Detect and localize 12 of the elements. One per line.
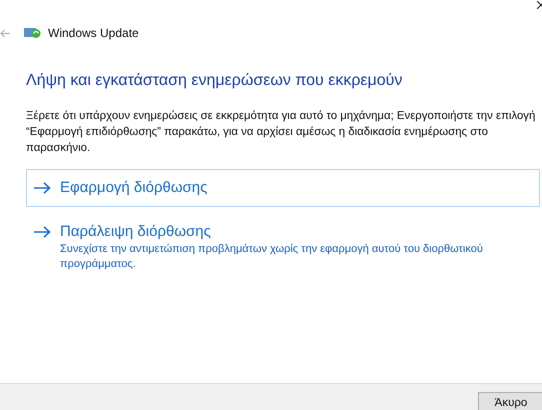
option-label: Παράλειψη διόρθωσης — [60, 223, 211, 240]
option-label: Εφαρμογή διόρθωσης — [60, 179, 208, 196]
arrow-icon — [34, 226, 51, 238]
cancel-button[interactable]: Άκυρο — [478, 392, 542, 410]
description: Ξέρετε ότι υπάρχουν ενημερώσεις σε εκκρεμότητα για αυτό το μηχάνημα; Ενεργοποιήστε την επιλογή “Εφαρμογή επιδιόρθωσης” παρακάτω, για να αρχίσει αμέσως η διαδικασία ενημέρωσης στο παρασκήνιο. — [26, 109, 536, 156]
heading: Λήψη και εγκατάσταση ενημερώσεων που εκκρεμούν — [26, 72, 404, 90]
update-icon — [24, 27, 42, 39]
option-detail: Συνεχίστε την αντιμετώπιση προβλημάτων χωρίς την εφαρμογή αυτού του διορθωτικού προγράμματος. — [60, 242, 484, 272]
option-link[interactable]: Παράλειψη διόρθωσης Συνεχίστε την αντιμετώπιση προβλημάτων χωρίς την εφαρμογή αυτού του διορθωτικού προγράμματος. — [26, 213, 540, 283]
arrow-icon — [34, 182, 51, 194]
window-title: Windows Update — [48, 26, 139, 40]
option-link[interactable]: Εφαρμογή διόρθωσης — [26, 169, 540, 207]
